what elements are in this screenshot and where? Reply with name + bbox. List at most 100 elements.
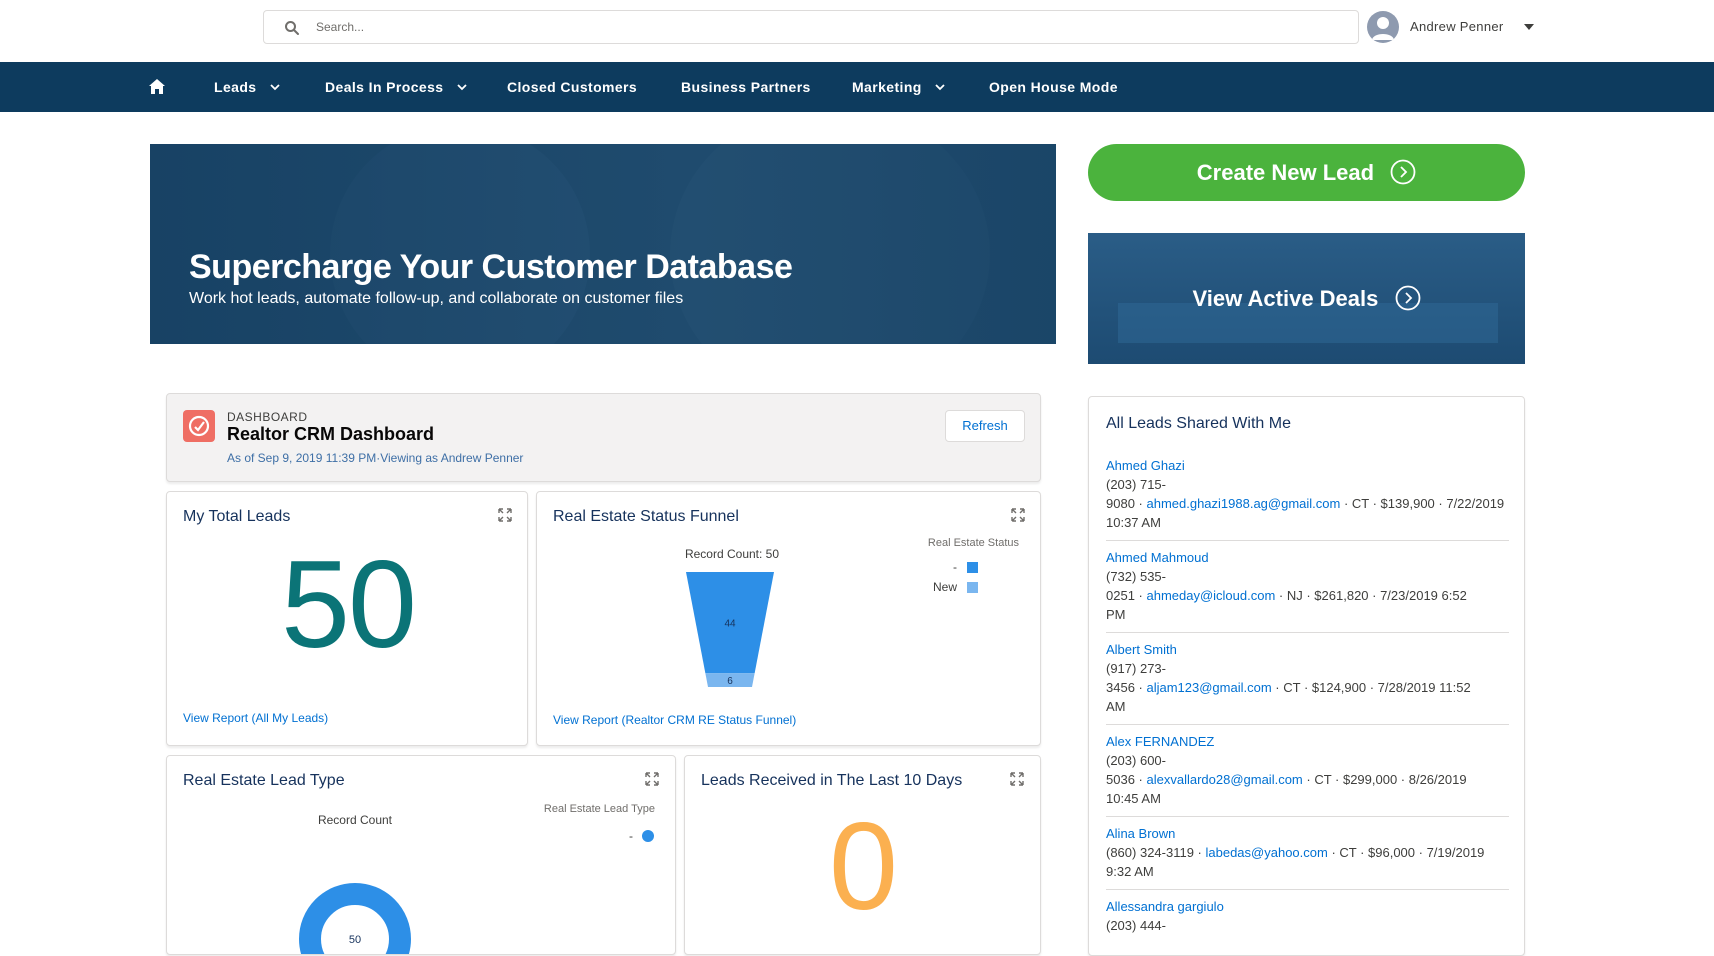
- widget-title: Real Estate Status Funnel: [553, 508, 739, 525]
- lead-detail-line: 9:32 AM: [1106, 864, 1154, 879]
- lead-item: Ahmed Mahmoud (732) 535- 0251 · ahmeday@ic…: [1106, 549, 1509, 624]
- dashboard-meta: As of Sep 9, 2019 11:39 PM·Viewing as An…: [227, 451, 524, 465]
- hero-subtitle: Work hot leads, automate follow-up, and …: [189, 290, 684, 307]
- circle-arrow-right-icon: [1390, 159, 1416, 185]
- expand-icon[interactable]: [1010, 772, 1024, 786]
- lead-name-link[interactable]: Albert Smith: [1106, 641, 1509, 659]
- funnel-record-count: Record Count: 50: [685, 547, 779, 561]
- widget-status-funnel: Real Estate Status Funnel Record Count: …: [536, 491, 1041, 746]
- dashboard-title: Realtor CRM Dashboard: [227, 424, 435, 444]
- lead-email-link[interactable]: alexvallardo28@gmail.com: [1146, 772, 1302, 787]
- lead-detail-line: 10:37 AM: [1106, 515, 1161, 530]
- view-report-link[interactable]: View Report (Realtor CRM RE Status Funne…: [553, 713, 796, 727]
- lead-email-link[interactable]: ahmeday@icloud.com: [1146, 588, 1275, 603]
- lead-name-link[interactable]: Alex FERNANDEZ: [1106, 733, 1509, 751]
- donut-center-label: 50: [349, 934, 361, 946]
- global-search[interactable]: [263, 10, 1359, 44]
- funnel-legend-title: Real Estate Status: [928, 537, 1020, 549]
- lead-detail-line: AM: [1106, 699, 1126, 714]
- total-leads-value: 50: [281, 536, 417, 674]
- circle-arrow-right-icon: [1395, 285, 1420, 311]
- nav-deals-in-process[interactable]: Deals In Process: [325, 62, 468, 112]
- create-new-lead-button[interactable]: Create New Lead: [1088, 144, 1525, 201]
- lead-detail-line: (203) 715-: [1106, 477, 1166, 492]
- lead-detail-line: PM: [1106, 607, 1126, 622]
- nav-open-house-label: Open House Mode: [989, 79, 1118, 95]
- lead-item: Alex FERNANDEZ (203) 600- 5036 · alexvalla…: [1106, 733, 1509, 808]
- refresh-button[interactable]: Refresh: [945, 410, 1025, 442]
- funnel-value-label: 44: [724, 619, 736, 630]
- nav-deals-label: Deals In Process: [325, 79, 444, 95]
- home-icon[interactable]: [148, 78, 166, 96]
- nav-marketing[interactable]: Marketing: [852, 62, 946, 112]
- hero-overlay: [150, 144, 1056, 344]
- search-input[interactable]: [316, 16, 1316, 38]
- nav-business-partners[interactable]: Business Partners: [681, 62, 811, 112]
- create-new-lead-label: Create New Lead: [1196, 160, 1375, 185]
- funnel-legend-label: New: [933, 580, 957, 594]
- lead-detail-line: 5036 · alexvallardo28@gmail.com · CT · $…: [1106, 772, 1467, 787]
- leads-shared-card: All Leads Shared With Me Ahmed Ghazi (203…: [1088, 396, 1525, 956]
- lead-name-link[interactable]: Ahmed Mahmoud: [1106, 549, 1509, 567]
- nav-partners-label: Business Partners: [681, 79, 811, 95]
- leads-shared-title: All Leads Shared With Me: [1106, 415, 1291, 432]
- lead-detail-line: (860) 324-3119 · labedas@yahoo.com · CT …: [1106, 845, 1485, 860]
- funnel-legend-label: -: [953, 560, 957, 574]
- dashboard-eyebrow: DASHBOARD: [227, 410, 308, 424]
- donut-record-count: Record Count: [318, 813, 393, 827]
- user-icon: [1372, 17, 1394, 40]
- lead-email-link[interactable]: ahmed.ghazi1988.ag@gmail.com: [1146, 496, 1340, 511]
- nav-closed-customers[interactable]: Closed Customers: [507, 62, 637, 112]
- lead-detail-line: (203) 600-: [1106, 753, 1166, 768]
- chevron-down-icon: [457, 84, 467, 91]
- caret-down-icon[interactable]: [1522, 21, 1536, 33]
- nav-open-house-mode[interactable]: Open House Mode: [989, 62, 1118, 112]
- user-name[interactable]: Andrew Penner: [1410, 19, 1504, 34]
- donut-legend-label: -: [629, 829, 633, 843]
- funnel-legend-swatch: [967, 582, 978, 593]
- hero-title: Supercharge Your Customer Database: [189, 248, 793, 286]
- nav-marketing-label: Marketing: [852, 79, 922, 95]
- lead-separator: [1106, 889, 1509, 890]
- lead-detail-line: (917) 273-: [1106, 661, 1166, 676]
- lead-detail-line: 9080 · ahmed.ghazi1988.ag@gmail.com · CT…: [1106, 496, 1505, 511]
- chevron-down-icon: [270, 84, 280, 91]
- lead-item: Allessandra gargiulo (203) 444-: [1106, 898, 1509, 935]
- user-avatar[interactable]: [1367, 11, 1399, 43]
- lead-detail-line: 10:45 AM: [1106, 791, 1161, 806]
- last-10-days-value: 0: [829, 798, 898, 936]
- dashboard-icon: [183, 410, 215, 442]
- donut-legend-swatch: [642, 830, 654, 842]
- funnel-chart: Record Count: 50 Real Estate Status - New…: [685, 537, 1020, 687]
- nav-closed-label: Closed Customers: [507, 79, 638, 95]
- lead-email-link[interactable]: aljam123@gmail.com: [1146, 680, 1271, 695]
- lead-detail-line: 3456 · aljam123@gmail.com · CT · $124,90…: [1106, 680, 1471, 695]
- expand-icon[interactable]: [645, 772, 659, 786]
- expand-icon[interactable]: [1011, 508, 1025, 522]
- widget-title: Real Estate Lead Type: [183, 772, 345, 789]
- lead-separator: [1106, 724, 1509, 725]
- lead-detail-line: (732) 535-: [1106, 569, 1166, 584]
- nav-leads[interactable]: Leads: [214, 62, 281, 112]
- lead-item: Ahmed Ghazi (203) 715- 9080 · ahmed.ghazi1…: [1106, 457, 1509, 532]
- expand-icon[interactable]: [498, 508, 512, 522]
- lead-separator: [1106, 540, 1509, 541]
- lead-item: Albert Smith (917) 273- 3456 · aljam123@gm…: [1106, 641, 1509, 716]
- view-active-deals-tile[interactable]: View Active Deals: [1088, 233, 1525, 364]
- widget-title: My Total Leads: [183, 508, 291, 525]
- lead-email-link[interactable]: labedas@yahoo.com: [1206, 845, 1328, 860]
- view-active-deals-text: View Active Deals: [1192, 286, 1379, 311]
- search-icon: [285, 21, 299, 35]
- lead-name-link[interactable]: Ahmed Ghazi: [1106, 457, 1509, 475]
- donut-chart: Record Count Real Estate Lead Type - 50: [299, 803, 655, 954]
- widget-title: Leads Received in The Last 10 Days: [701, 772, 963, 789]
- widget-total-leads: My Total Leads 50 View Report (All My Le…: [166, 491, 528, 746]
- lead-detail-line: (203) 444-: [1106, 918, 1166, 933]
- view-report-link[interactable]: View Report (All My Leads): [183, 711, 328, 725]
- widget-lead-type: Real Estate Lead Type Record Count Real …: [166, 755, 676, 955]
- view-active-deals-label: View Active Deals: [1088, 233, 1525, 364]
- funnel-legend-swatch: [967, 562, 978, 573]
- hero-banner: Supercharge Your Customer Database Work …: [150, 144, 1056, 344]
- lead-name-link[interactable]: Alina Brown: [1106, 825, 1509, 843]
- lead-name-link[interactable]: Allessandra gargiulo: [1106, 898, 1509, 916]
